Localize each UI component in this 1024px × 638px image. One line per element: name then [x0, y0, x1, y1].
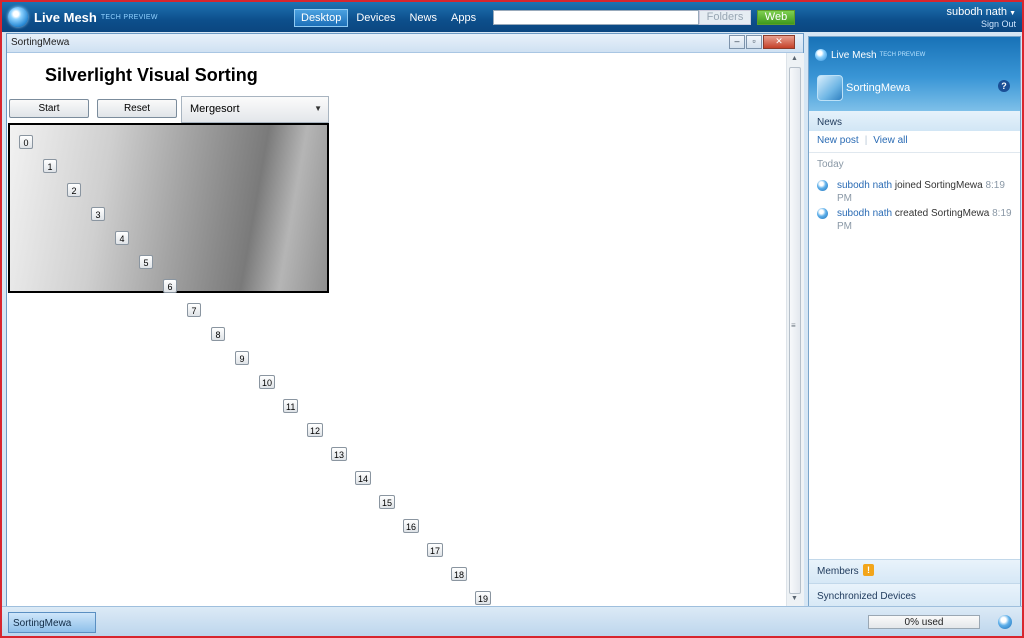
- news-text: subodh nath created SortingMewa 8:19 PM: [837, 207, 1017, 233]
- folder-icon: [817, 75, 843, 101]
- minimize-button[interactable]: –: [729, 35, 745, 49]
- synchronized-devices-label: Synchronized Devices: [817, 591, 916, 602]
- news-action: created SortingMewa: [894, 208, 990, 219]
- grip-icon: ≡: [791, 321, 796, 330]
- live-mesh-orb-icon: [815, 49, 827, 61]
- nav-tab-devices[interactable]: Devices: [350, 9, 401, 27]
- number-tile: 14: [355, 471, 372, 485]
- folders-button[interactable]: Folders: [699, 10, 751, 25]
- restore-button[interactable]: ▫: [746, 35, 762, 49]
- storage-usage: 0% used: [868, 615, 980, 629]
- number-tile: 16: [403, 519, 420, 533]
- number-tile: 15: [379, 495, 396, 509]
- app-window: SortingMewa – ▫ ✕ Silverlight Visual Sor…: [6, 33, 804, 608]
- dropdown-arrow-icon: ▼: [314, 104, 322, 113]
- user-menu[interactable]: subodh nath ▼: [947, 6, 1017, 18]
- number-tile: 6: [163, 279, 177, 293]
- scroll-up-icon[interactable]: ▲: [791, 55, 798, 62]
- nav-tab-apps[interactable]: Apps: [445, 9, 482, 27]
- number-tile: 17: [427, 543, 444, 557]
- number-tile: 5: [139, 255, 153, 269]
- start-button[interactable]: Start: [9, 99, 89, 118]
- sign-out-link[interactable]: Sign Out: [981, 19, 1016, 29]
- number-tile: 3: [91, 207, 105, 221]
- news-links: New post | View all: [817, 135, 908, 146]
- sorting-app: Silverlight Visual Sorting Start Reset M…: [7, 53, 786, 607]
- panel-brand-subtitle: TECH PREVIEW: [879, 52, 926, 58]
- brand-name: Live Mesh: [34, 9, 97, 25]
- help-icon[interactable]: ?: [998, 80, 1010, 92]
- warning-icon: !: [863, 564, 874, 576]
- news-item: subodh nath created SortingMewa 8:19 PM: [817, 207, 1017, 233]
- panel-header: Live Mesh TECH PREVIEW SortingMewa ?: [809, 37, 1020, 111]
- mesh-panel: Live Mesh TECH PREVIEW SortingMewa ? New…: [808, 36, 1021, 608]
- number-tile: 9: [235, 351, 249, 365]
- divider: [809, 152, 1020, 153]
- panel-brand-name: Live Mesh: [831, 49, 877, 61]
- window-title: SortingMewa: [11, 37, 70, 48]
- synchronized-devices-section[interactable]: Synchronized Devices: [809, 583, 1020, 608]
- news-user-link[interactable]: subodh nath: [837, 180, 892, 191]
- view-all-link[interactable]: View all: [873, 135, 907, 146]
- app-frame: Live Mesh TECH PREVIEW Desktop Devices N…: [0, 0, 1024, 638]
- number-tile: 1: [43, 159, 57, 173]
- chevron-down-icon: ▼: [1009, 10, 1016, 17]
- nav-tab-desktop[interactable]: Desktop: [294, 9, 349, 27]
- algorithm-value: Mergesort: [190, 103, 240, 115]
- news-action: joined SortingMewa: [894, 180, 983, 191]
- search-input[interactable]: [493, 10, 699, 25]
- bottom-bar: SortingMewa 0% used: [2, 606, 1022, 636]
- reset-button[interactable]: Reset: [97, 99, 177, 118]
- close-button[interactable]: ✕: [763, 35, 795, 49]
- mesh-news-icon: [817, 180, 828, 191]
- main-nav: Desktop Devices News Apps: [294, 9, 484, 27]
- number-tile: 4: [115, 231, 129, 245]
- brand-subtitle: TECH PREVIEW: [100, 13, 158, 21]
- news-user-link[interactable]: subodh nath: [837, 208, 892, 219]
- sorting-canvas: [8, 123, 329, 293]
- live-mesh-tray-icon[interactable]: [998, 615, 1012, 629]
- live-mesh-orb-icon: [8, 7, 28, 27]
- number-tile: 8: [211, 327, 225, 341]
- number-tile: 18: [451, 567, 468, 581]
- live-mesh-logo[interactable]: Live Mesh TECH PREVIEW: [8, 6, 158, 28]
- app-title: Silverlight Visual Sorting: [45, 65, 258, 85]
- scroll-down-icon[interactable]: ▼: [791, 595, 798, 602]
- number-tile: 2: [67, 183, 81, 197]
- web-search-button[interactable]: Web: [757, 10, 795, 25]
- nav-tab-news[interactable]: News: [403, 9, 443, 27]
- news-title: News: [817, 117, 843, 128]
- panel-brand: Live Mesh TECH PREVIEW: [815, 49, 925, 61]
- link-separator: |: [864, 135, 868, 146]
- vertical-scrollbar[interactable]: ▲ ≡ ▼: [786, 53, 804, 607]
- window-title-bar[interactable]: SortingMewa – ▫ ✕: [7, 34, 803, 53]
- members-section[interactable]: Members !: [809, 559, 1020, 583]
- number-tile: 7: [187, 303, 201, 317]
- window-controls: – ▫ ✕: [728, 35, 795, 49]
- news-item: subodh nath joined SortingMewa 8:19 PM: [817, 179, 1017, 205]
- members-label: Members: [817, 566, 859, 577]
- scrollbar-thumb[interactable]: [789, 67, 801, 594]
- today-label: Today: [817, 159, 844, 170]
- new-post-link[interactable]: New post: [817, 135, 859, 146]
- number-tile: 11: [283, 399, 299, 413]
- user-name: subodh nath: [946, 6, 1008, 18]
- algorithm-select[interactable]: Mergesort ▼: [181, 96, 329, 123]
- number-tile: 12: [307, 423, 324, 437]
- top-bar: Live Mesh TECH PREVIEW Desktop Devices N…: [2, 2, 1022, 32]
- number-tile: 0: [19, 135, 33, 149]
- number-tile: 19: [475, 591, 492, 605]
- taskbar-item-sortingmewa[interactable]: SortingMewa: [8, 612, 96, 633]
- number-tile: 10: [259, 375, 276, 389]
- mesh-news-icon: [817, 208, 828, 219]
- news-text: subodh nath joined SortingMewa 8:19 PM: [837, 179, 1017, 205]
- news-section-header: News: [809, 111, 1020, 131]
- folder-name: SortingMewa: [846, 82, 911, 94]
- number-tile: 13: [331, 447, 348, 461]
